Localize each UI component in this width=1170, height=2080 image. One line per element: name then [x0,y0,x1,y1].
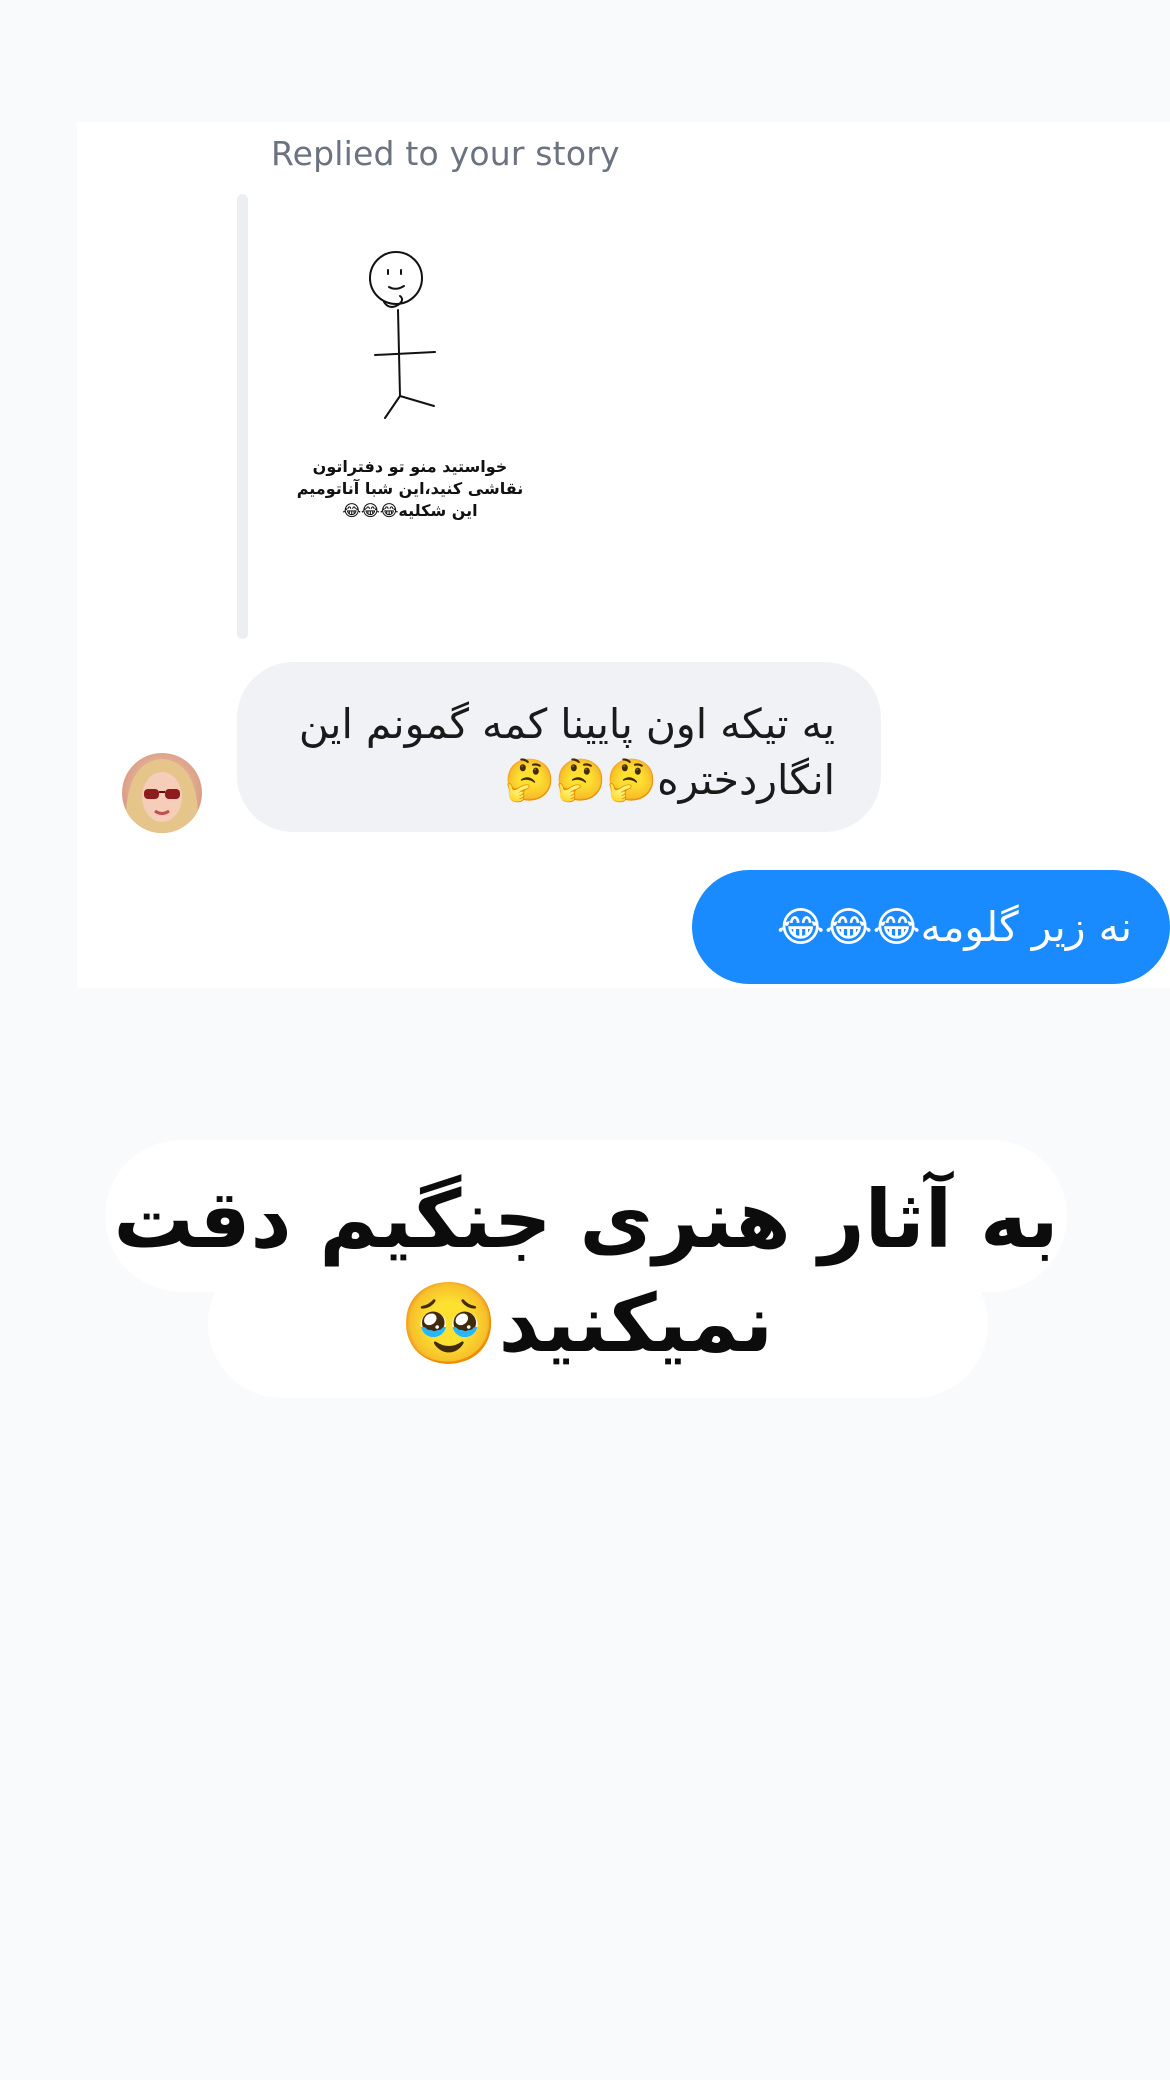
reply-quote-bar [237,194,248,639]
avatar-image [125,759,199,833]
outgoing-message-text: نه زیر گلومه😂😂😂 [776,903,1132,951]
stick-figure-mouth [388,285,405,290]
stick-figure-head [369,251,423,305]
stick-figure-leg-right [399,395,435,407]
stick-figure-drawing [369,251,436,419]
outgoing-message-bubble[interactable]: نه زیر گلومه😂😂😂 [692,870,1170,984]
story-reply-label: Replied to your story [271,134,620,173]
story-caption: خواستید منو تو دفتراتون نقاشی کنید،این ش… [296,457,524,520]
incoming-message-bubble[interactable]: یه تیکه اون پایینا کمه گمونم این انگاردخ… [237,662,881,832]
incoming-message-text: یه تیکه اون پایینا کمه گمونم این انگاردخ… [298,700,835,804]
stick-figure-arms [374,351,436,356]
avatar[interactable] [122,753,202,833]
stick-figure-leg-left [384,395,401,419]
avatar-sunglasses-left [144,789,159,799]
overlay-caption: به آثار هنری جنگیم دقت نمیکنید🥹 [113,1173,1059,1370]
avatar-sunglasses-right [165,789,180,799]
